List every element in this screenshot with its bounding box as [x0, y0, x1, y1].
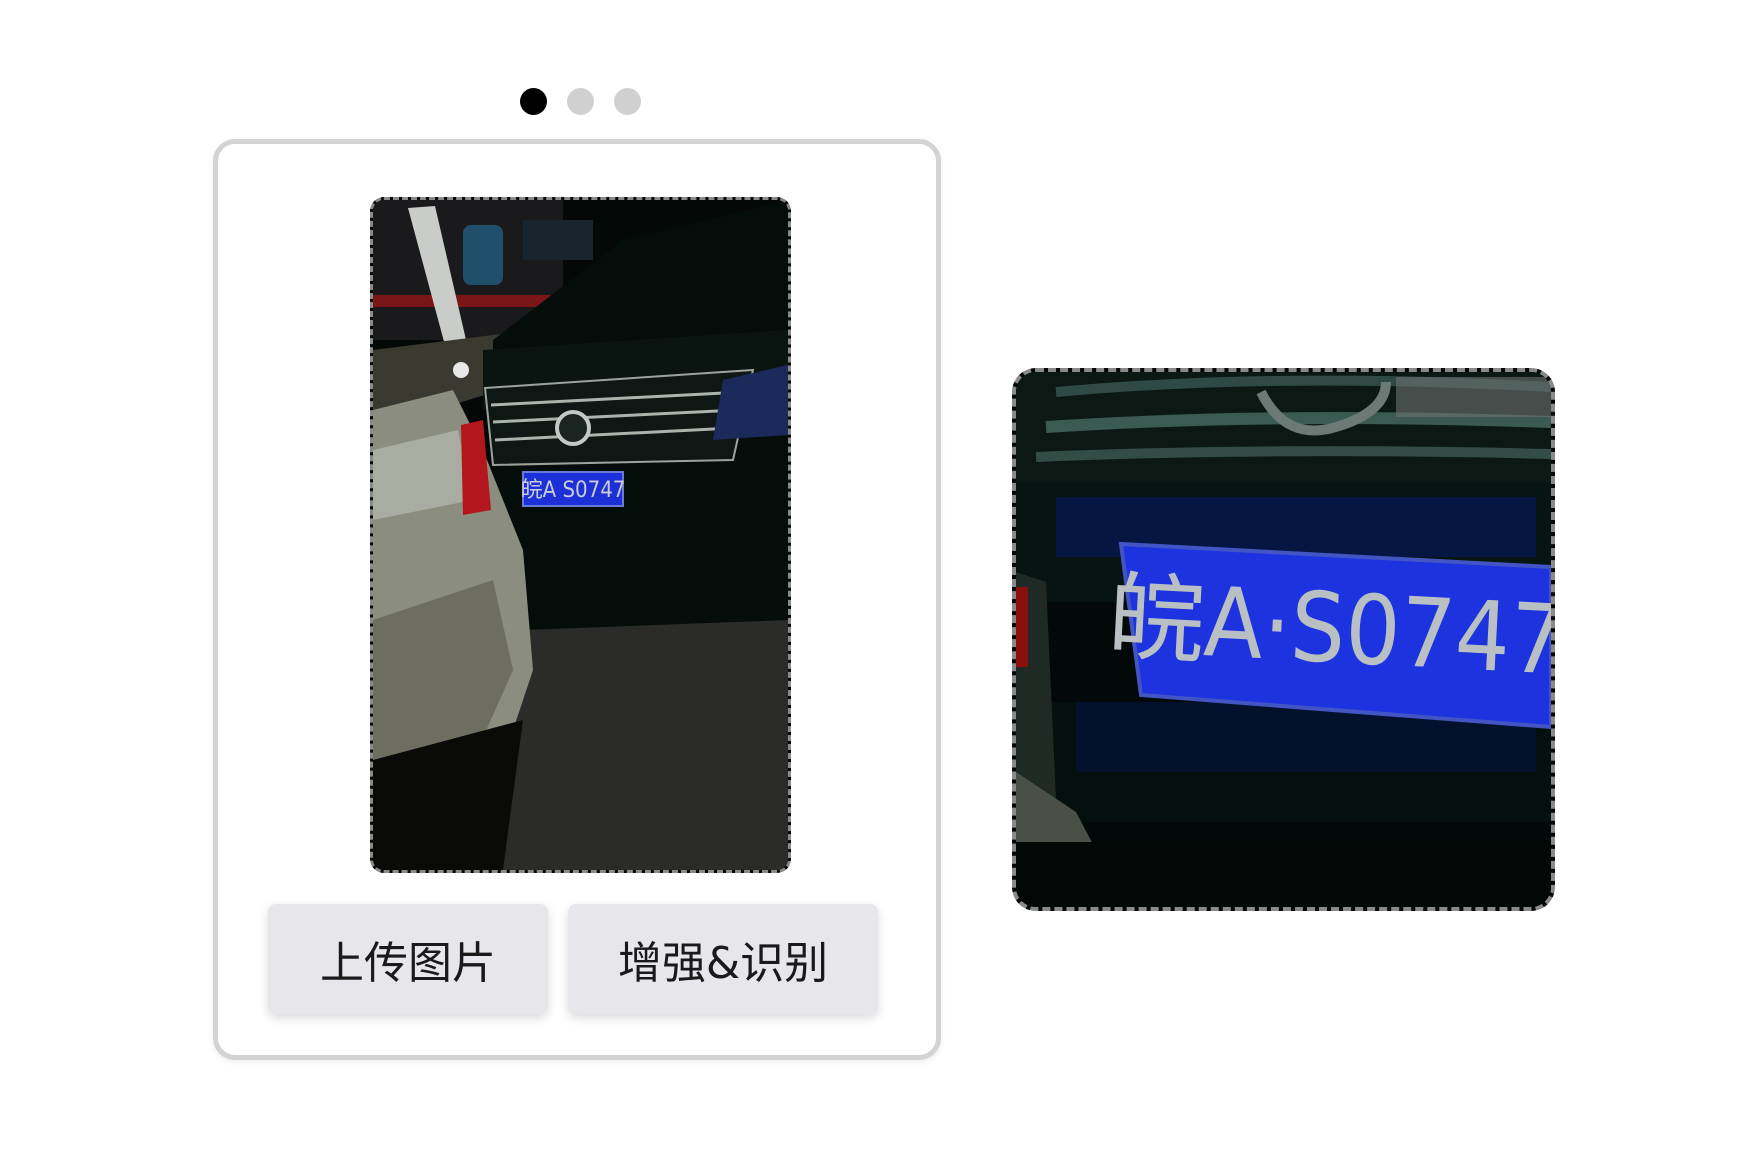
carousel-dots — [520, 88, 641, 115]
photo-plate-text: 皖A S0747 — [521, 478, 626, 503]
plate-zoom-result: 皖A·S0747 — [1012, 368, 1555, 911]
carousel-dot-3[interactable] — [614, 88, 641, 115]
enhance-recognize-label: 增强&识别 — [617, 938, 829, 989]
upload-card: 皖A S0747 上传图片 增强&识别 — [213, 139, 941, 1060]
car-photo-illustration: 皖A S0747 — [373, 200, 788, 870]
enhance-recognize-button[interactable]: 增强&识别 — [568, 904, 878, 1014]
plate-zoom-illustration: 皖A·S0747 — [1016, 372, 1551, 907]
carousel-dot-2[interactable] — [567, 88, 594, 115]
carousel-dot-1[interactable] — [520, 88, 547, 115]
app-stage: 皖A S0747 上传图片 增强&识别 皖A·S0747 — [0, 0, 1753, 1153]
upload-image-label: 上传图片 — [320, 938, 496, 989]
upload-image-button[interactable]: 上传图片 — [268, 904, 548, 1014]
uploaded-photo: 皖A S0747 — [370, 197, 791, 873]
